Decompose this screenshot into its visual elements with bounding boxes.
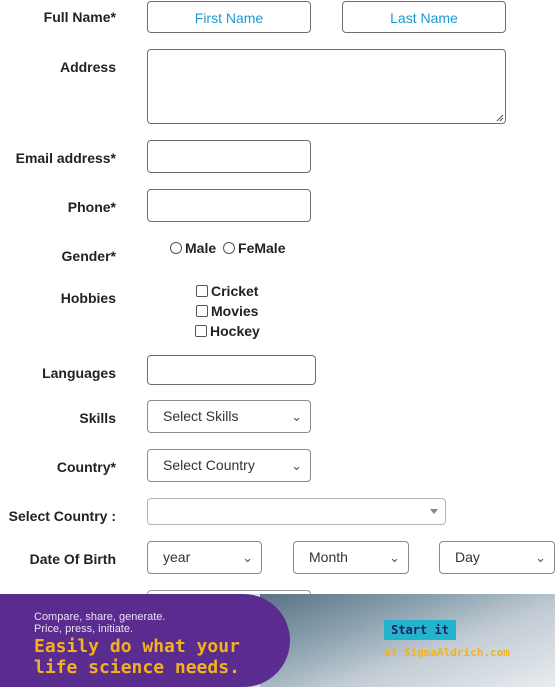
- male-radio[interactable]: [170, 242, 182, 254]
- male-label: Male: [185, 240, 217, 256]
- skills-selected: Select Skills: [163, 408, 239, 424]
- chevron-down-icon: ⌄: [291, 409, 302, 424]
- caret-down-icon: [430, 509, 438, 514]
- select-country-label: Select Country :: [8, 508, 116, 524]
- cricket-label: Cricket: [211, 283, 259, 299]
- resize-handle-icon[interactable]: [496, 114, 504, 122]
- address-textarea[interactable]: [147, 49, 506, 124]
- dob-day-select[interactable]: Day ⌄: [439, 541, 555, 574]
- email-label: Email address*: [15, 150, 116, 166]
- movies-label: Movies: [211, 303, 259, 319]
- phone-input[interactable]: [147, 189, 311, 222]
- dob-day-value: Day: [455, 549, 480, 565]
- dob-month-select[interactable]: Month ⌄: [293, 541, 409, 574]
- ad-headline-2: life science needs.: [34, 657, 240, 678]
- dob-month-value: Month: [309, 549, 348, 565]
- last-name-input[interactable]: Last Name: [342, 1, 506, 33]
- country-select[interactable]: Select Country ⌄: [147, 449, 311, 482]
- hobby-hockey: Hockey: [195, 323, 260, 339]
- languages-input[interactable]: [147, 355, 316, 385]
- ad-start-button[interactable]: Start it: [384, 620, 456, 640]
- chevron-down-icon: ⌄: [242, 550, 253, 565]
- skills-select[interactable]: Select Skills ⌄: [147, 400, 311, 433]
- ad-tagline-2: Price, press, initiate.: [34, 623, 134, 635]
- chevron-down-icon: ⌄: [389, 550, 400, 565]
- female-radio[interactable]: [223, 242, 236, 254]
- skills-label: Skills: [79, 410, 116, 426]
- dob-label: Date Of Birth: [29, 551, 116, 567]
- chevron-down-icon: ⌄: [291, 458, 302, 473]
- first-name-input[interactable]: First Name: [147, 1, 311, 33]
- hobby-movies: Movies: [196, 303, 258, 319]
- languages-label: Languages: [42, 365, 116, 381]
- country-selected: Select Country: [163, 457, 255, 473]
- hockey-label: Hockey: [210, 323, 260, 339]
- phone-label: Phone*: [67, 199, 116, 215]
- ad-site-text[interactable]: at SigmaAldrich.com: [384, 646, 510, 659]
- cricket-checkbox[interactable]: [196, 285, 208, 297]
- ad-headline-1: Easily do what your: [34, 636, 240, 657]
- country-label: Country*: [56, 459, 116, 475]
- gender-label: Gender*: [61, 248, 116, 264]
- full-name-label: Full Name*: [43, 9, 116, 25]
- hockey-checkbox[interactable]: [195, 325, 207, 337]
- address-label: Address: [59, 59, 116, 75]
- movies-checkbox[interactable]: [196, 305, 208, 317]
- dob-year-select[interactable]: year ⌄: [147, 541, 262, 574]
- email-input[interactable]: [147, 140, 311, 173]
- hobbies-label: Hobbies: [60, 290, 116, 306]
- gender-options: Male FeMale: [170, 240, 285, 256]
- female-label: FeMale: [238, 240, 286, 256]
- dob-year-value: year: [163, 549, 191, 565]
- select-country-combobox[interactable]: [147, 498, 446, 525]
- ad-tagline-1: Compare, share, generate.: [34, 611, 166, 623]
- ad-banner[interactable]: Compare, share, generate. Price, press, …: [0, 594, 555, 687]
- ad-lab-photo: [260, 594, 555, 687]
- chevron-down-icon: ⌄: [535, 550, 546, 565]
- hobby-cricket: Cricket: [196, 283, 258, 299]
